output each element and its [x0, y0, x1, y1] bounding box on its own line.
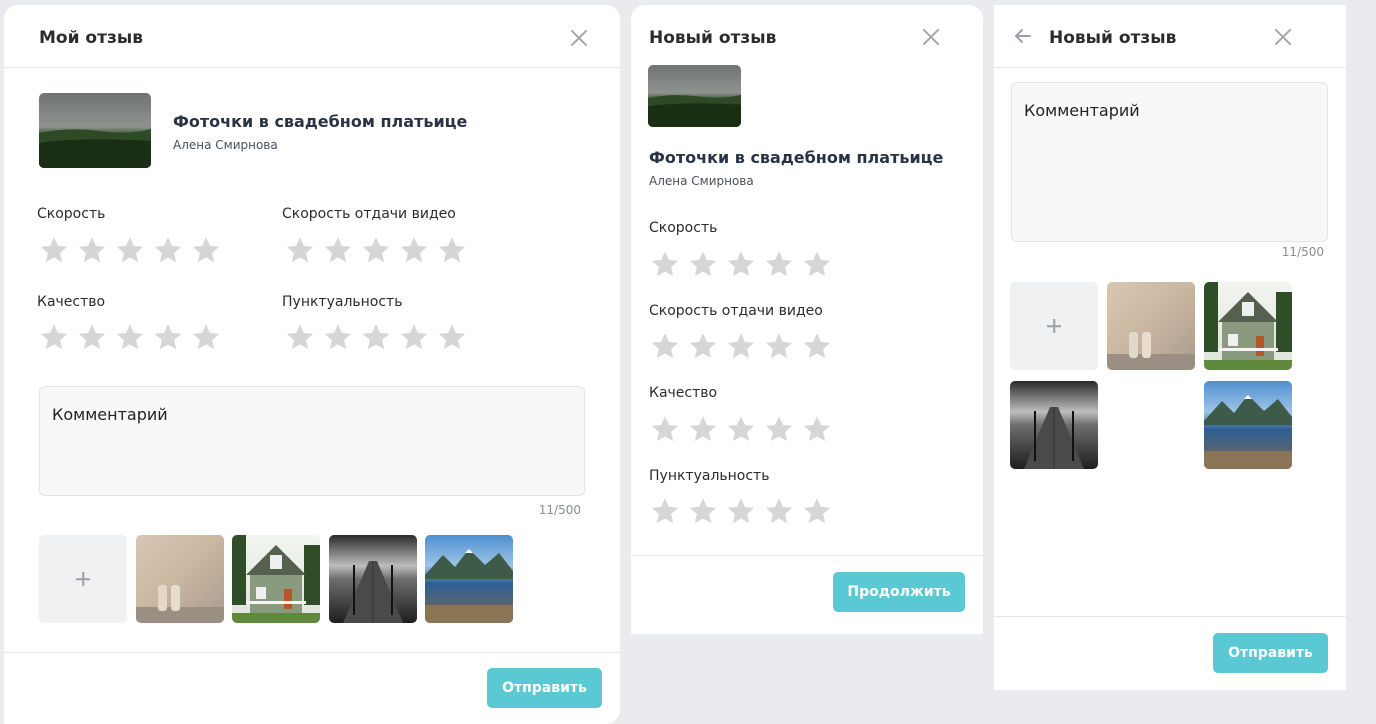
photo-thumbnail[interactable]: [1107, 282, 1195, 370]
star-icon[interactable]: [649, 495, 681, 527]
star-icon[interactable]: [76, 234, 108, 266]
comment-placeholder: Комментарий: [52, 405, 168, 424]
star-icon[interactable]: [687, 248, 719, 280]
star-icon[interactable]: [360, 234, 392, 266]
continue-button[interactable]: Продолжить: [833, 572, 965, 612]
star-icon[interactable]: [801, 248, 833, 280]
star-icon[interactable]: [649, 330, 681, 362]
star-icon[interactable]: [801, 495, 833, 527]
rating-label-speed: Скорость: [649, 220, 718, 236]
star-icon[interactable]: [398, 321, 430, 353]
star-icon[interactable]: [114, 321, 146, 353]
comment-char-counter: 11/500: [1281, 245, 1324, 259]
rating-label-video-speed: Скорость отдачи видео: [282, 206, 456, 222]
footer-divider: [4, 652, 620, 653]
submit-button[interactable]: Отправить: [487, 668, 602, 708]
comment-field[interactable]: Комментарий: [39, 386, 585, 496]
star-icon[interactable]: [801, 413, 833, 445]
star-icon[interactable]: [38, 321, 70, 353]
photo-thumbnail[interactable]: [329, 535, 417, 623]
rating-label-speed: Скорость: [37, 206, 106, 222]
footer-divider: [994, 616, 1346, 617]
star-icon[interactable]: [38, 234, 70, 266]
review-panel-new-step2: Новый отзыв Комментарий 11/500 Отправить: [994, 5, 1346, 690]
rating-stars-video-speed[interactable]: [284, 234, 468, 266]
star-icon[interactable]: [725, 330, 757, 362]
comment-placeholder: Комментарий: [1024, 101, 1140, 120]
star-icon[interactable]: [114, 234, 146, 266]
review-panel-new-step1: Новый отзыв Фоточки в свадебном платьице…: [631, 5, 983, 634]
star-icon[interactable]: [284, 234, 316, 266]
star-icon[interactable]: [360, 321, 392, 353]
star-icon[interactable]: [322, 321, 354, 353]
product-author: Алена Смирнова: [649, 174, 754, 188]
review-panel-my: Мой отзыв Фоточки в свадебном платьице А…: [4, 5, 620, 724]
star-icon[interactable]: [76, 321, 108, 353]
star-icon[interactable]: [152, 234, 184, 266]
product-cover-image: [648, 65, 741, 127]
rating-stars-punctuality[interactable]: [649, 495, 833, 527]
star-icon[interactable]: [322, 234, 354, 266]
rating-stars-quality[interactable]: [649, 413, 833, 445]
star-icon[interactable]: [436, 321, 468, 353]
star-icon[interactable]: [763, 413, 795, 445]
star-icon[interactable]: [687, 495, 719, 527]
arrow-left-icon[interactable]: [1014, 27, 1032, 45]
footer-divider: [631, 555, 983, 556]
close-icon[interactable]: [570, 29, 588, 47]
star-icon[interactable]: [190, 321, 222, 353]
close-icon[interactable]: [922, 28, 940, 46]
rating-label-punctuality: Пунктуальность: [282, 294, 403, 310]
star-icon[interactable]: [649, 413, 681, 445]
rating-label-quality: Качество: [649, 385, 718, 401]
star-icon[interactable]: [763, 330, 795, 362]
product-title: Фоточки в свадебном платьице: [173, 112, 468, 131]
product-cover-image: [39, 93, 151, 168]
photo-thumbnail[interactable]: [425, 535, 513, 623]
product-title: Фоточки в свадебном платьице: [649, 148, 944, 167]
add-photo-button[interactable]: [1010, 282, 1098, 370]
photo-thumbnail[interactable]: [232, 535, 320, 623]
star-icon[interactable]: [152, 321, 184, 353]
photo-thumbnail[interactable]: [136, 535, 224, 623]
star-icon[interactable]: [763, 495, 795, 527]
close-icon[interactable]: [1274, 28, 1292, 46]
panel-header: Новый отзыв: [994, 5, 1346, 68]
star-icon[interactable]: [725, 495, 757, 527]
rating-label-video-speed: Скорость отдачи видео: [649, 303, 823, 319]
star-icon[interactable]: [801, 330, 833, 362]
panel-header: Мой отзыв: [4, 5, 620, 68]
comment-char-counter: 11/500: [538, 503, 581, 517]
star-icon[interactable]: [725, 248, 757, 280]
photo-thumbnail[interactable]: [1204, 282, 1292, 370]
star-icon[interactable]: [190, 234, 222, 266]
star-icon[interactable]: [436, 234, 468, 266]
rating-stars-video-speed[interactable]: [649, 330, 833, 362]
panel-title: Мой отзыв: [39, 28, 143, 48]
photo-thumbnail[interactable]: [1204, 381, 1292, 469]
rating-label-punctuality: Пунктуальность: [649, 468, 770, 484]
star-icon[interactable]: [687, 330, 719, 362]
photo-thumbnail[interactable]: [1010, 381, 1098, 469]
rating-stars-speed[interactable]: [38, 234, 222, 266]
submit-button[interactable]: Отправить: [1213, 633, 1328, 673]
rating-label-quality: Качество: [37, 294, 106, 310]
add-photo-button[interactable]: [39, 535, 127, 623]
star-icon[interactable]: [725, 413, 757, 445]
star-icon[interactable]: [687, 413, 719, 445]
rating-stars-punctuality[interactable]: [284, 321, 468, 353]
rating-stars-quality[interactable]: [38, 321, 222, 353]
star-icon[interactable]: [398, 234, 430, 266]
panel-title: Новый отзыв: [1049, 28, 1177, 48]
comment-field[interactable]: Комментарий: [1011, 82, 1328, 242]
star-icon[interactable]: [763, 248, 795, 280]
product-author: Алена Смирнова: [173, 138, 278, 152]
rating-stars-speed[interactable]: [649, 248, 833, 280]
panel-title: Новый отзыв: [649, 28, 777, 48]
star-icon[interactable]: [284, 321, 316, 353]
star-icon[interactable]: [649, 248, 681, 280]
